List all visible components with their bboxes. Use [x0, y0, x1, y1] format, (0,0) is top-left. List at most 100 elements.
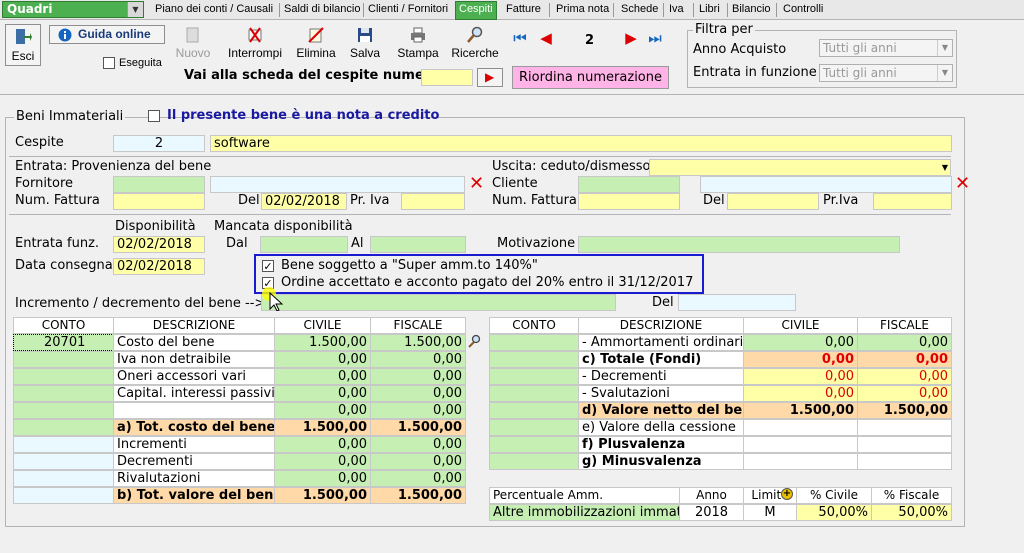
conto-cell[interactable] [13, 470, 114, 487]
tab-cespiti[interactable]: Cespiti [455, 1, 497, 20]
fornitore-name-field[interactable] [210, 176, 465, 193]
esci-button[interactable]: Esci [5, 24, 41, 66]
next-record-icon[interactable]: ▶ [622, 30, 640, 48]
conto-cell[interactable] [13, 436, 114, 453]
civile-cell[interactable]: 0,00 [274, 368, 371, 385]
conto-cell[interactable]: 20701 [13, 334, 114, 351]
cliente-name-field[interactable] [700, 176, 952, 193]
tab-bilancio[interactable]: Bilancio [729, 2, 774, 19]
uscita-select[interactable]: ▼ [649, 159, 951, 176]
conto-cell[interactable] [13, 419, 114, 436]
civile-cell[interactable]: 0,00 [274, 470, 371, 487]
fiscale-cell[interactable]: 0,00 [370, 453, 466, 470]
anno-acquisto-select[interactable]: Tutti gli anni ▼ [819, 39, 953, 57]
fiscale-cell[interactable]: 0,00 [370, 351, 466, 368]
conto-cell[interactable] [13, 453, 114, 470]
num-fattura-field[interactable] [113, 193, 205, 210]
tab-iva[interactable]: Iva [666, 2, 687, 19]
first-record-icon[interactable]: ⏮ [511, 30, 529, 48]
fiscale-cell[interactable]: 0,00 [370, 402, 466, 419]
tab-piano-conti[interactable]: Piano dei conti / Causali [152, 2, 276, 19]
conto-cell[interactable] [489, 436, 579, 453]
conto-cell[interactable] [489, 419, 579, 436]
civile-cell[interactable]: 1.500,00 [274, 334, 371, 351]
perc-perc-civile-cell[interactable]: 50,00% [796, 504, 872, 521]
riordina-button[interactable]: Riordina numerazione [512, 66, 669, 89]
stampa-button[interactable]: Stampa [392, 24, 444, 66]
perc-limite-cell[interactable]: M [743, 504, 797, 521]
conto-cell[interactable] [489, 453, 579, 470]
elimina-button[interactable]: Elimina [292, 24, 340, 66]
tab-clienti-fornitori[interactable]: Clienti / Fornitori [365, 2, 451, 19]
entrata-funzione-value: Tutti gli anni [823, 66, 897, 80]
civile-cell[interactable]: 0,00 [274, 351, 371, 368]
fornitore-label: Fornitore [15, 176, 74, 191]
nota-credito-checkbox[interactable] [148, 110, 160, 122]
interrompi-button[interactable]: Interrompi [220, 24, 290, 66]
prev-record-icon[interactable]: ◀ [537, 30, 555, 48]
tab-fatture[interactable]: Fatture [503, 2, 544, 19]
uscita-num-fattura-field[interactable] [578, 193, 680, 210]
tab-controlli[interactable]: Controlli [780, 2, 826, 19]
cespite-number-field[interactable]: 2 [113, 135, 205, 152]
conto-cell[interactable] [489, 351, 579, 368]
civile-cell[interactable]: 0,00 [274, 453, 371, 470]
chevron-down-icon[interactable]: ▼ [127, 2, 143, 17]
last-record-icon[interactable]: ⏭ [646, 30, 664, 48]
piva-field[interactable] [401, 193, 465, 210]
nuovo-button[interactable]: Nuovo [170, 24, 216, 66]
tab-prima-nota[interactable]: Prima nota [553, 2, 612, 19]
conto-cell[interactable] [13, 487, 114, 504]
uscita-piva-field[interactable] [873, 193, 952, 210]
fiscale-cell[interactable]: 0,00 [370, 436, 466, 453]
al-field[interactable] [370, 236, 466, 253]
tab-saldi-bilancio[interactable]: Saldi di bilancio [281, 2, 363, 19]
perc-percentuale-cell[interactable]: Altre immobilizzazioni immater [489, 504, 680, 521]
conto-cell[interactable] [489, 385, 579, 402]
incremento-del-field[interactable] [678, 294, 796, 311]
fiscale-cell[interactable]: 0,00 [370, 368, 466, 385]
fornitore-code-field[interactable] [113, 176, 205, 193]
conto-cell[interactable] [13, 351, 114, 368]
motivazione-field[interactable] [578, 236, 900, 253]
fattura-date-field[interactable]: 02/02/2018 [261, 193, 347, 210]
conto-cell[interactable] [13, 368, 114, 385]
conto-cell[interactable] [489, 402, 579, 419]
entrata-funzione-select[interactable]: Tutti gli anni ▼ [819, 64, 953, 82]
fiscale-cell[interactable]: 0,00 [370, 470, 466, 487]
conto-cell[interactable] [489, 368, 579, 385]
incremento-field[interactable] [261, 294, 616, 311]
fiscale-cell[interactable]: 0,00 [370, 385, 466, 402]
salva-button[interactable]: Salva [344, 24, 386, 66]
perc-perc-fiscale-cell[interactable]: 50,00% [871, 504, 952, 521]
uscita-date-field[interactable] [727, 193, 819, 210]
guida-online-button[interactable]: Guida online [49, 25, 165, 44]
conto-cell[interactable] [13, 385, 114, 402]
conto-cell[interactable] [489, 334, 579, 351]
tab-schede[interactable]: Schede [618, 2, 661, 19]
vai-scheda-button[interactable]: ▶ [477, 68, 503, 87]
entrata-funz-field[interactable]: 02/02/2018 [113, 236, 205, 253]
civile-cell[interactable]: 0,00 [274, 436, 371, 453]
tab-libri[interactable]: Libri [696, 2, 723, 19]
dal-field[interactable] [260, 236, 348, 253]
cliente-code-field[interactable] [578, 176, 680, 193]
civile-cell[interactable]: 0,00 [274, 385, 371, 402]
super-amm-checkbox[interactable]: ✓ [262, 260, 274, 272]
perc-anno-cell[interactable]: 2018 [679, 504, 744, 521]
civile-cell[interactable]: 0,00 [743, 334, 858, 351]
vai-scheda-input[interactable] [421, 69, 473, 86]
archive-select[interactable]: Quadri ▼ [2, 1, 144, 18]
data-consegna-field[interactable]: 02/02/2018 [113, 258, 205, 275]
fiscale-cell[interactable]: 0,00 [857, 334, 952, 351]
clear-fornitore-icon[interactable]: ✕ [469, 175, 484, 193]
fiscale-cell[interactable]: 1.500,00 [370, 334, 466, 351]
add-circle-icon[interactable]: + [781, 488, 793, 500]
civile-cell[interactable]: 0,00 [274, 402, 371, 419]
ricerche-button[interactable]: Ricerche [446, 24, 504, 66]
conto-cell[interactable] [13, 402, 114, 419]
cespite-description-field[interactable]: software [210, 135, 952, 152]
eseguita-checkbox[interactable] [103, 57, 115, 69]
clear-cliente-icon[interactable]: ✕ [955, 175, 970, 193]
search-icon[interactable] [467, 334, 481, 348]
